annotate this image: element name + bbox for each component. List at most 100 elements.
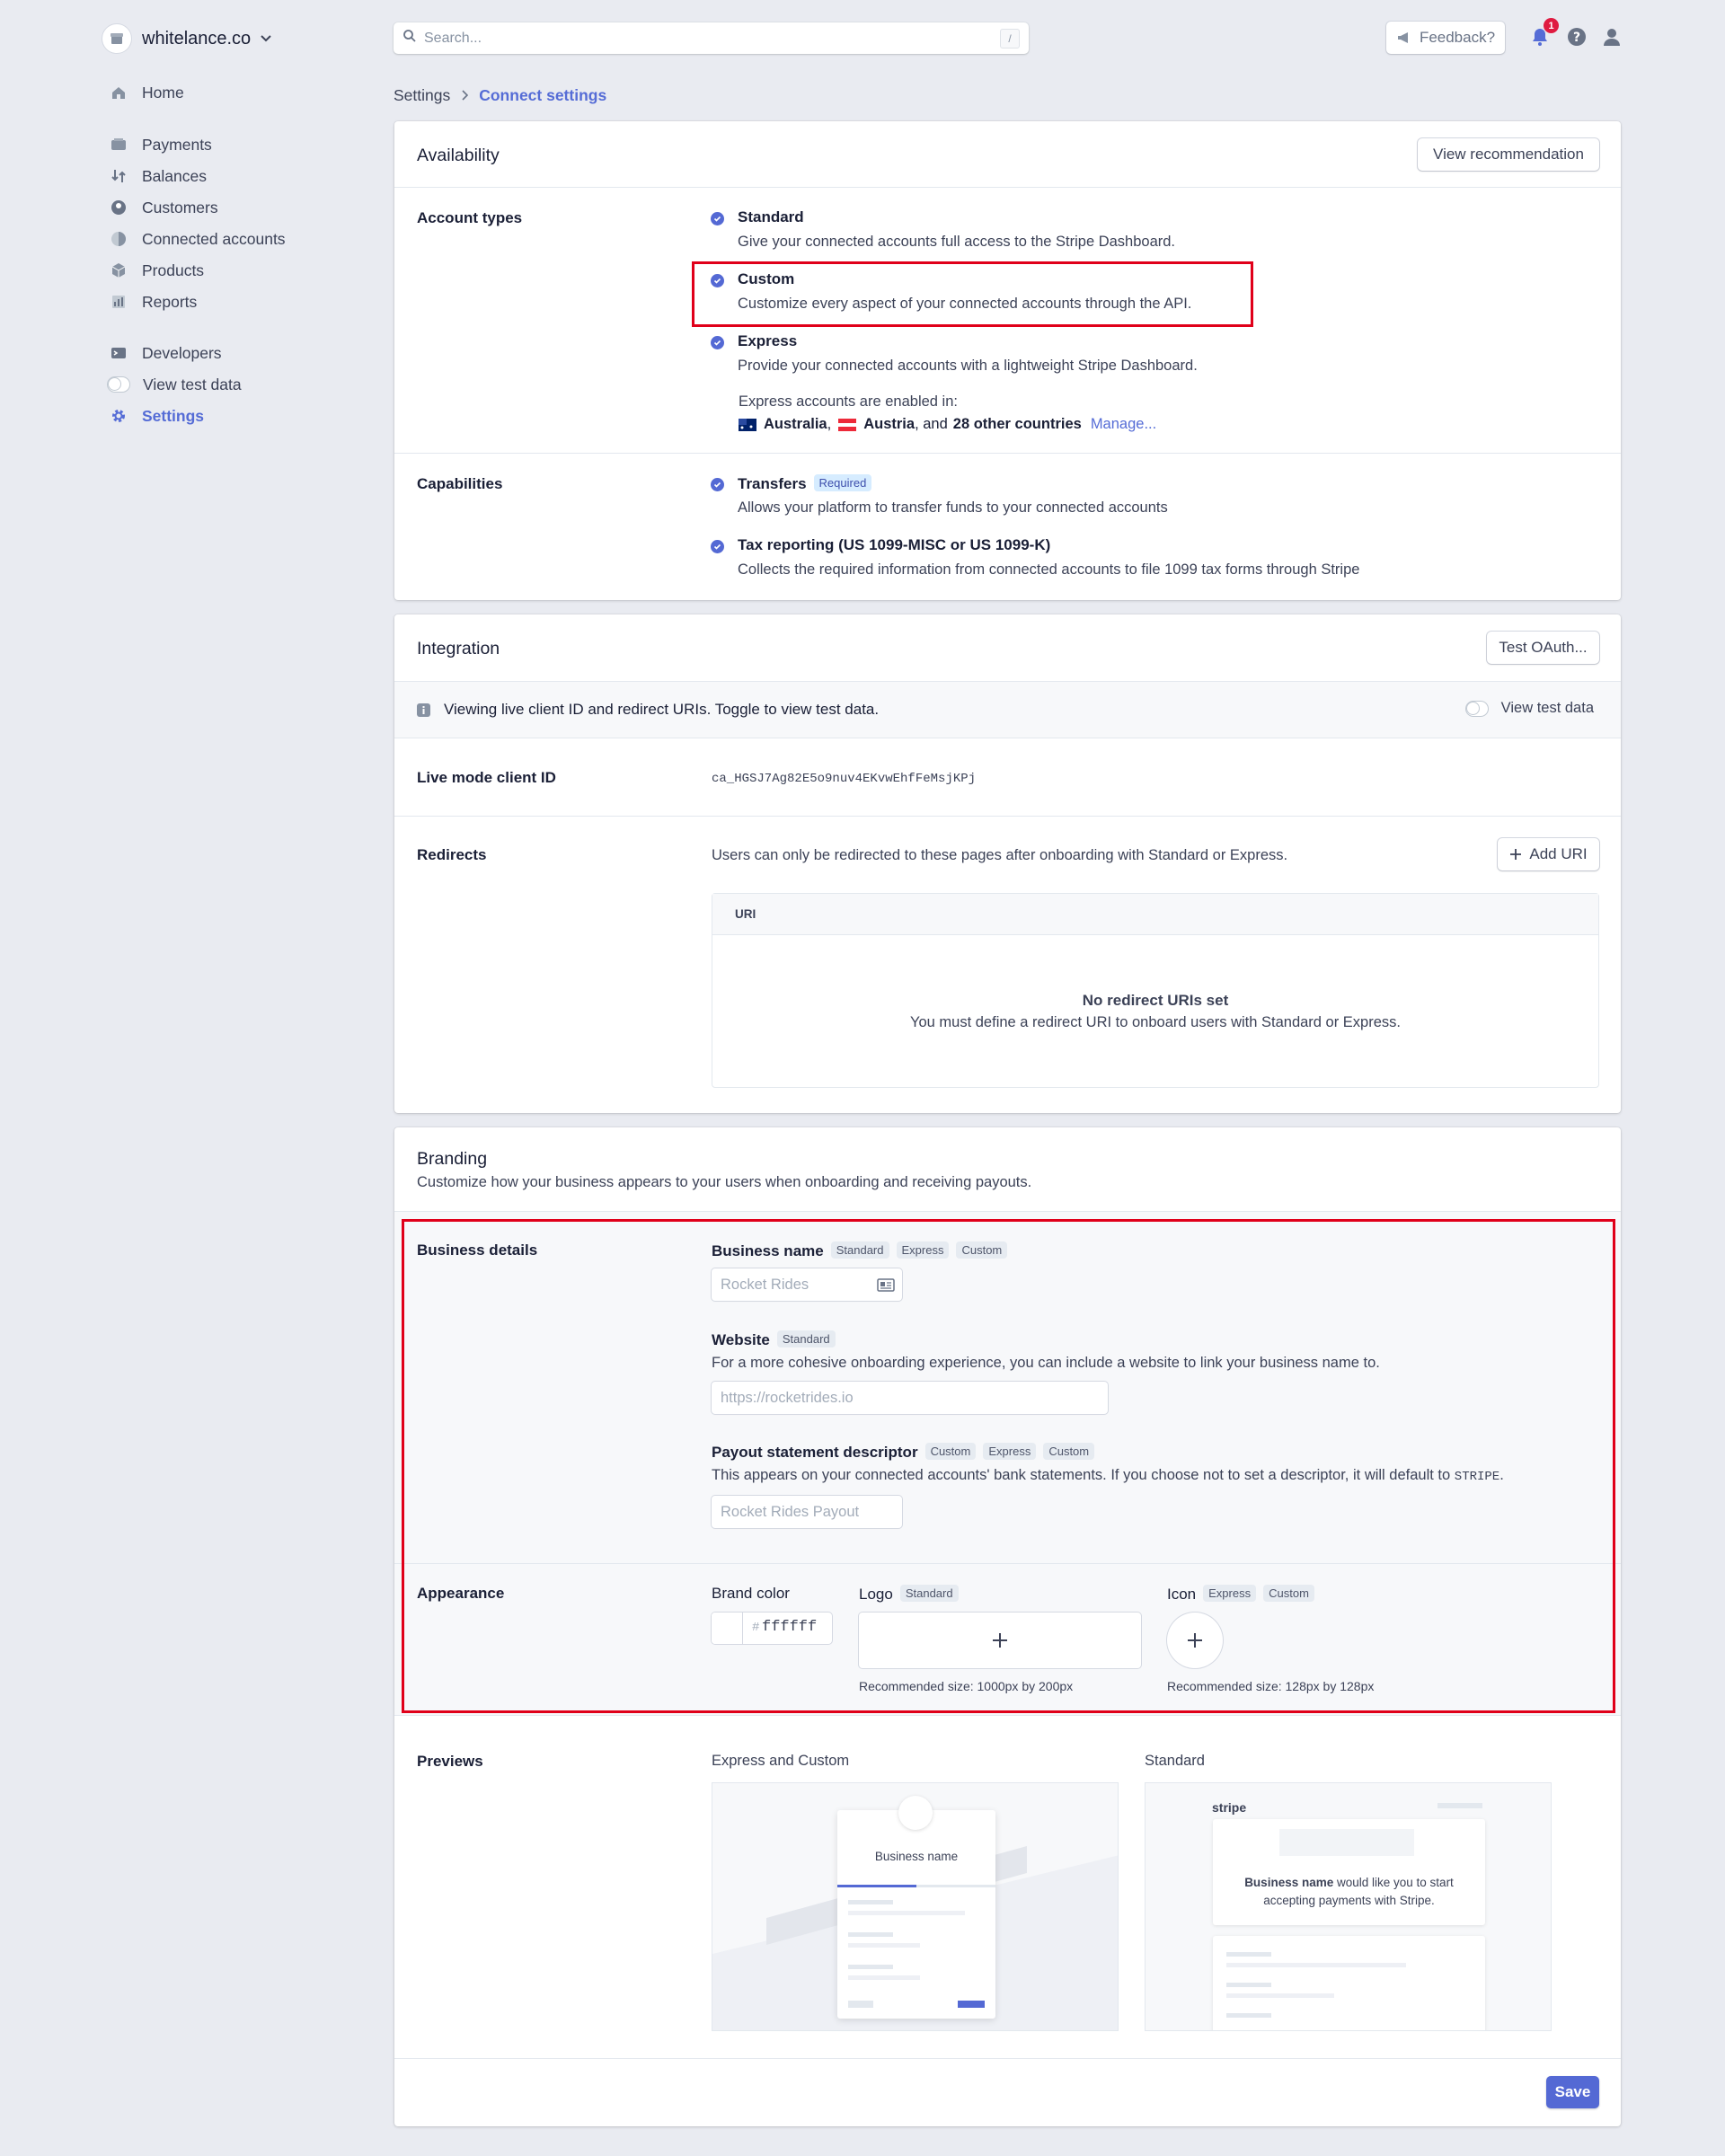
option-title: Standard (738, 208, 804, 225)
branding-title: Branding (417, 1149, 488, 1169)
view-test-data-toggle[interactable]: View test data (1464, 700, 1594, 717)
default-descriptor: STRIPE (1454, 1470, 1500, 1484)
sidebar-item-settings[interactable]: Settings (110, 402, 204, 429)
sidebar-item-connected-accounts[interactable]: Connected accounts (110, 225, 286, 252)
custom-badge: Custom (956, 1241, 1008, 1259)
products-icon (110, 261, 128, 279)
sidebar-item-reports[interactable]: Reports (110, 288, 197, 315)
toggle-switch[interactable] (1464, 700, 1489, 717)
bell-icon (1530, 29, 1550, 50)
payout-descriptor-description: This appears on your connected accounts'… (712, 1467, 1504, 1484)
integration-title: Integration (417, 639, 500, 658)
store-icon (102, 23, 132, 54)
placeholder-logo (1279, 1829, 1414, 1856)
uri-column-header: URI (735, 907, 756, 921)
availability-card: Availability View recommendation Account… (394, 121, 1621, 600)
standard-badge: Standard (776, 1330, 836, 1348)
sidebar-item-home[interactable]: Home (110, 79, 184, 106)
payout-descriptor-input[interactable]: Rocket Rides Payout (712, 1496, 902, 1528)
sidebar-item-label: Customers (142, 198, 218, 216)
client-id-value: ca_HGSJ7Ag82E5o9nuv4EKvwEhfFeMsjKPj (712, 772, 977, 786)
search-input[interactable]: Search... (424, 31, 1000, 47)
express-enabled-label: Express accounts are enabled in: (739, 393, 958, 410)
brand-color-input[interactable]: # ffffff (712, 1613, 832, 1644)
progress-fill (837, 1885, 916, 1887)
standard-card-mock: Business name would like you to start ac… (1213, 1819, 1485, 1925)
view-recommendation-button[interactable]: View recommendation (1418, 138, 1599, 171)
check-icon (711, 212, 724, 225)
option-description: Provide your connected accounts with a l… (738, 358, 1198, 374)
sidebar-item-label: Home (142, 83, 184, 102)
divider (394, 2058, 1621, 2059)
custom-badge: Custom (1043, 1443, 1095, 1460)
progress-track (837, 1885, 995, 1887)
business-icon-placeholder (898, 1796, 933, 1830)
required-badge: Required (813, 474, 872, 491)
express-badge: Express (1203, 1585, 1257, 1602)
test-data-notice: Viewing live client ID and redirect URIs… (394, 681, 1621, 738)
feedback-label: Feedback? (1419, 29, 1496, 46)
appearance-label: Appearance (417, 1585, 505, 1602)
divider (394, 187, 1621, 188)
svg-text:?: ? (1573, 31, 1580, 45)
stripe-wordmark: stripe (1212, 1800, 1247, 1815)
search-bar[interactable]: Search... / (394, 22, 1029, 54)
sidebar-item-payments[interactable]: Payments (110, 131, 212, 158)
check-icon (711, 478, 724, 491)
manage-countries-link[interactable]: Manage... (1091, 416, 1156, 433)
account-switcher[interactable]: whitelance.co (102, 22, 272, 56)
sidebar-item-label: Settings (142, 406, 205, 425)
sidebar-item-customers[interactable]: Customers (110, 194, 218, 221)
notification-count-badge: 1 (1544, 18, 1559, 33)
test-oauth-button[interactable]: Test OAuth... (1487, 632, 1599, 664)
help-icon: ? (1567, 28, 1587, 50)
reports-icon (110, 293, 128, 311)
add-uri-label: Add URI (1529, 845, 1588, 862)
color-swatch[interactable] (712, 1613, 743, 1644)
brand-color-label: Brand color (712, 1585, 790, 1602)
placeholder-line (848, 1911, 965, 1915)
preview-standard-label: Standard (1145, 1753, 1205, 1769)
logo-upload-button[interactable] (859, 1613, 1141, 1668)
divider (394, 453, 1621, 454)
option-title: Transfers (738, 475, 807, 492)
redirects-description: Users can only be redirected to these pa… (712, 847, 1288, 863)
feedback-button[interactable]: Feedback? (1386, 22, 1505, 54)
website-input[interactable]: https://rocketrides.io (712, 1382, 1108, 1414)
profile-button[interactable] (1602, 27, 1623, 49)
sidebar-item-label: Reports (142, 292, 198, 311)
sidebar-item-developers[interactable]: Developers (110, 340, 222, 367)
placeholder-line (848, 1932, 893, 1937)
and-text: , and (915, 416, 948, 432)
standard-preview-message: Business name would like you to start ac… (1244, 1876, 1454, 1907)
integration-card: Integration Test OAuth... Viewing live c… (394, 614, 1621, 1113)
client-id-label: Live mode client ID (417, 769, 556, 786)
chevron-right-icon (461, 86, 469, 105)
sidebar-item-products[interactable]: Products (110, 257, 204, 284)
notifications-button[interactable]: 1 (1530, 18, 1559, 50)
breadcrumb-parent[interactable]: Settings (394, 86, 450, 105)
sidebar-item-view-test-data[interactable]: View test data (107, 371, 242, 398)
website-description: For a more cohesive onboarding experienc… (712, 1355, 1380, 1371)
express-badge: Express (983, 1443, 1037, 1460)
color-value[interactable]: ffffff (762, 1619, 817, 1636)
notice-text: Viewing live client ID and redirect URIs… (444, 701, 880, 718)
check-icon (711, 336, 724, 349)
business-name-placeholder: Rocket Rides (721, 1276, 809, 1293)
standard-form-mock (1213, 1936, 1485, 2030)
branding-subtitle: Customize how your business appears to y… (417, 1174, 1032, 1190)
test-data-toggle[interactable] (107, 376, 130, 393)
onboarding-card-mock: Business name (837, 1796, 995, 2019)
business-details-label: Business details (417, 1241, 538, 1259)
empty-state-title: No redirect URIs set (1082, 992, 1229, 1009)
help-button[interactable]: ? (1567, 27, 1588, 49)
balances-icon (110, 167, 128, 185)
icon-upload-button[interactable] (1167, 1613, 1223, 1668)
business-name-input[interactable]: Rocket Rides (712, 1268, 902, 1301)
megaphone-icon (1396, 31, 1412, 45)
add-uri-button[interactable]: Add URI (1498, 838, 1599, 870)
option-title: Express (738, 332, 798, 349)
save-button[interactable]: Save (1546, 2076, 1599, 2108)
home-icon (110, 84, 128, 102)
sidebar-item-balances[interactable]: Balances (110, 163, 207, 190)
